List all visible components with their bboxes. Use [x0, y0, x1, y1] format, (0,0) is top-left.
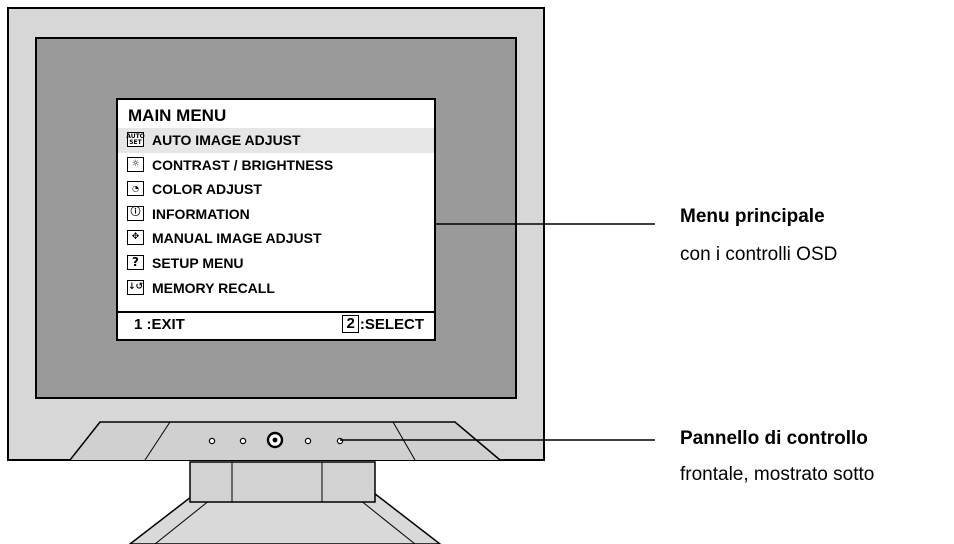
auto-set-icon: AUTO SET	[126, 132, 145, 147]
osd-exit-hint: 1 :EXIT	[134, 316, 185, 333]
memory-recall-icon: ↓↺	[127, 279, 144, 295]
osd-item-manual-image-adjust[interactable]: ✥ MANUAL IMAGE ADJUST	[118, 226, 434, 251]
color-adjust-icon: ◔	[127, 181, 144, 197]
osd-main-menu: MAIN MENU AUTO SET AUTO IMAGE ADJUST ☼ CO…	[116, 98, 436, 341]
panel-button-4	[336, 437, 344, 445]
select-text: :SELECT	[359, 315, 424, 333]
monitor-neck	[189, 461, 376, 503]
info-icon: ⓘ	[127, 205, 144, 221]
move-arrows-icon: ✥	[127, 230, 144, 246]
osd-item-label: CONTRAST / BRIGHTNESS	[152, 156, 334, 173]
panel-button-2	[239, 437, 247, 445]
panel-callout-title: Pannello di controllo	[680, 428, 868, 449]
osd-item-color-adjust[interactable]: ◔ COLOR ADJUST	[118, 177, 434, 202]
menu-callout-subtitle: con i controlli OSD	[680, 244, 838, 265]
question-icon: ?	[127, 254, 144, 270]
menu-callout-title: Menu principale	[680, 206, 825, 227]
osd-item-information[interactable]: ⓘ INFORMATION	[118, 202, 434, 227]
osd-item-memory-recall[interactable]: ↓↺ MEMORY RECALL	[118, 276, 434, 301]
panel-button-3	[304, 437, 312, 445]
osd-item-label: INFORMATION	[152, 205, 250, 222]
osd-item-label: SETUP MENU	[152, 254, 244, 271]
panel-callout-subtitle: frontale, mostrato sotto	[680, 464, 875, 485]
osd-item-auto-image-adjust[interactable]: AUTO SET AUTO IMAGE ADJUST	[118, 128, 434, 153]
osd-item-label: MANUAL IMAGE ADJUST	[152, 230, 322, 247]
brightness-icon: ☼	[127, 156, 144, 172]
osd-item-contrast-brightness[interactable]: ☼ CONTRAST / BRIGHTNESS	[118, 153, 434, 178]
select-key-box: 2	[342, 315, 359, 333]
front-panel	[69, 421, 501, 461]
osd-title: MAIN MENU	[128, 106, 227, 125]
osd-select-hint: 2 :SELECT	[342, 315, 424, 333]
osd-item-label: AUTO IMAGE ADJUST	[152, 132, 301, 148]
osd-item-label: MEMORY RECALL	[152, 279, 275, 296]
osd-item-setup-menu[interactable]: ? SETUP MENU	[118, 251, 434, 276]
panel-button-1	[208, 437, 216, 445]
osd-divider	[118, 311, 434, 313]
osd-item-label: COLOR ADJUST	[152, 181, 262, 198]
osd-menu-list: AUTO SET AUTO IMAGE ADJUST ☼ CONTRAST / B…	[118, 128, 434, 300]
